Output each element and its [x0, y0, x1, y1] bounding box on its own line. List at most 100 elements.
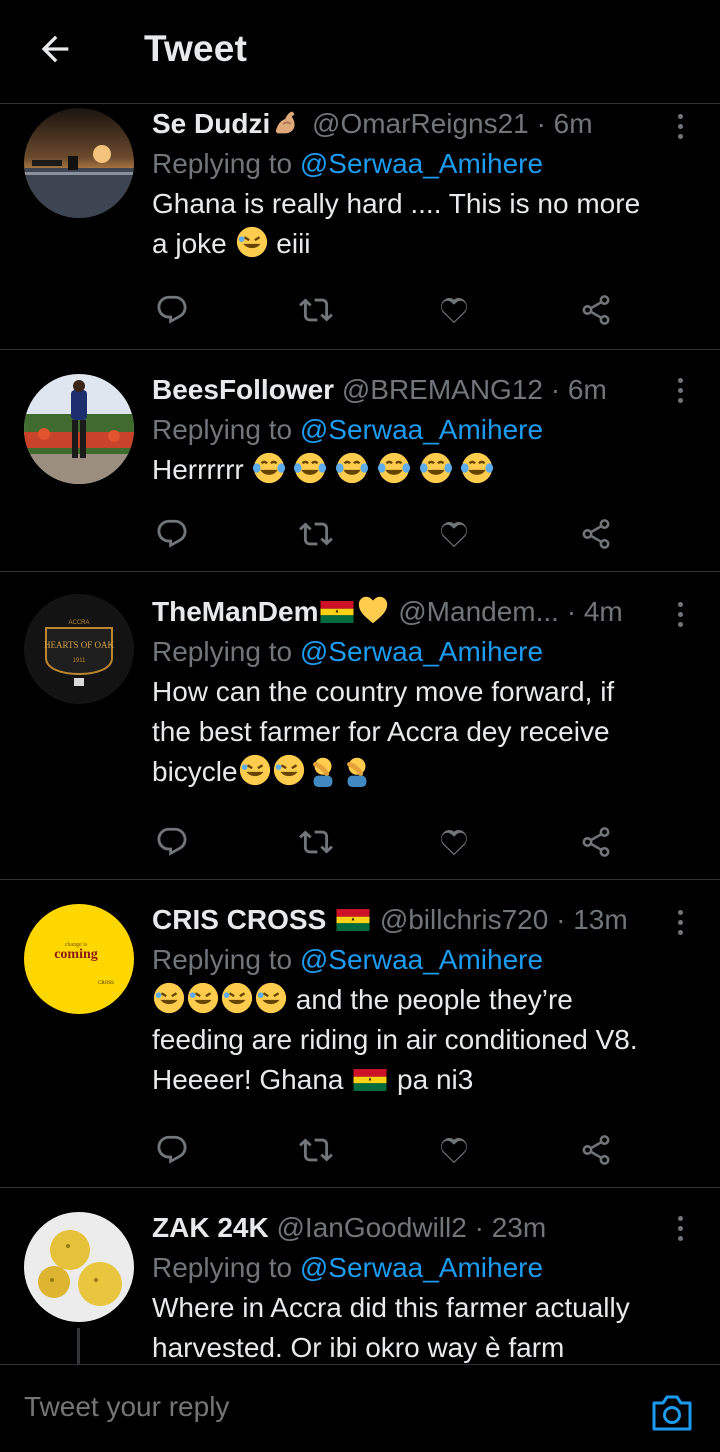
camera-icon	[652, 1395, 692, 1431]
more-options-button[interactable]	[670, 1208, 690, 1248]
avatar-crest-main-text: HEARTS OF OAK	[44, 640, 114, 650]
rolling-laughing-emoji-icon	[153, 982, 185, 1014]
more-vertical-icon	[677, 601, 683, 607]
reply-button[interactable]	[148, 818, 196, 866]
more-options-button[interactable]	[670, 594, 690, 634]
like-button[interactable]	[430, 286, 478, 334]
tweet-text: How can the country move forward, if the…	[152, 676, 615, 787]
app-header: Tweet	[0, 0, 720, 104]
avatar[interactable]: change is coming CROSS	[24, 904, 134, 1014]
like-icon	[441, 1137, 467, 1164]
rolling-laughing-emoji-icon	[239, 754, 270, 786]
display-name[interactable]: Se Dudzi	[152, 108, 270, 139]
tears-of-joy-emoji-icon	[252, 452, 285, 484]
tweet-item[interactable]: ACCRA HEARTS OF OAK 1911 TheManDem @Mand…	[0, 572, 720, 880]
camera-button[interactable]	[650, 1393, 694, 1433]
back-button[interactable]	[30, 26, 80, 72]
avatar[interactable]: ACCRA HEARTS OF OAK 1911	[24, 594, 134, 704]
mention-link[interactable]: @Serwaa_Amihere	[300, 636, 543, 667]
reply-input[interactable]	[24, 1391, 584, 1423]
retweet-icon	[299, 830, 333, 854]
replying-to: Replying to @Serwaa_Amihere	[152, 414, 544, 445]
rolling-laughing-emoji-icon	[273, 754, 304, 786]
reply-button[interactable]	[148, 510, 196, 558]
share-button[interactable]	[572, 1126, 620, 1174]
timestamp[interactable]: 23m	[492, 1212, 546, 1243]
mention-link[interactable]: @Serwaa_Amihere	[300, 944, 543, 975]
user-handle[interactable]: @Mandem...	[398, 596, 559, 627]
retweet-icon	[299, 1138, 333, 1162]
display-name[interactable]: CRIS CROSS	[152, 904, 326, 935]
tweet-item[interactable]: Se Dudzi @OmarReigns21 · 6m Replying to …	[0, 104, 720, 350]
more-options-button[interactable]	[670, 106, 690, 146]
like-button[interactable]	[430, 510, 478, 558]
tweet-meta: BeesFollower @BREMANG12 · 6m	[152, 374, 607, 405]
avatar[interactable]	[24, 108, 134, 218]
reply-feed: Se Dudzi @OmarReigns21 · 6m Replying to …	[0, 104, 720, 1364]
facepalm-emoji-icon	[346, 757, 367, 787]
share-button[interactable]	[572, 286, 620, 334]
flexed-biceps-emoji-icon	[275, 111, 295, 134]
avatar[interactable]	[24, 1212, 134, 1322]
mention-link[interactable]: @Serwaa_Amihere	[300, 1252, 543, 1283]
display-name[interactable]: BeesFollower	[152, 374, 334, 405]
timestamp[interactable]: 13m	[573, 904, 627, 935]
reply-button[interactable]	[148, 1126, 196, 1174]
avatar-crest-top-text: ACCRA	[68, 620, 89, 626]
mention-link[interactable]: @Serwaa_Amihere	[300, 414, 543, 445]
timestamp[interactable]: 4m	[584, 596, 623, 627]
avatar[interactable]	[24, 374, 134, 484]
facepalm-emoji-icon	[312, 757, 333, 787]
like-button[interactable]	[430, 1126, 478, 1174]
retweet-icon	[299, 298, 333, 322]
display-name[interactable]: ZAK 24K	[152, 1212, 269, 1243]
tears-of-joy-emoji-icon	[461, 452, 494, 484]
share-icon	[582, 827, 610, 857]
rolling-laughing-emoji-icon	[187, 982, 219, 1014]
ghana-flag-icon	[353, 1069, 387, 1091]
share-button[interactable]	[572, 818, 620, 866]
user-handle[interactable]: @OmarReigns21	[312, 108, 529, 139]
user-handle[interactable]: @IanGoodwill2	[276, 1212, 466, 1243]
tweet-meta: CRIS CROSS @billchris720 · 13m	[152, 904, 628, 935]
like-icon	[441, 297, 467, 324]
user-handle[interactable]: @billchris720	[380, 904, 549, 935]
tweet-actions	[152, 818, 622, 866]
share-button[interactable]	[572, 510, 620, 558]
like-icon	[441, 829, 467, 856]
more-options-button[interactable]	[670, 902, 690, 942]
share-icon	[582, 295, 610, 325]
retweet-button[interactable]	[292, 818, 340, 866]
yellow-heart-emoji-icon	[359, 596, 388, 624]
more-vertical-icon	[677, 1215, 683, 1221]
more-vertical-icon	[677, 113, 683, 119]
avatar-crest-year-text: 1911	[73, 658, 87, 664]
retweet-button[interactable]	[292, 286, 340, 334]
more-options-button[interactable]	[670, 370, 690, 410]
tweet-item[interactable]: ZAK 24K @IanGoodwill2 · 23m Replying to …	[0, 1188, 720, 1364]
replying-to: Replying to @Serwaa_Amihere	[152, 148, 544, 179]
tears-of-joy-emoji-icon	[336, 452, 369, 484]
retweet-button[interactable]	[292, 1126, 340, 1174]
rolling-laughing-emoji-icon	[236, 226, 267, 258]
timestamp[interactable]: 6m	[554, 108, 593, 139]
like-button[interactable]	[430, 818, 478, 866]
retweet-button[interactable]	[292, 510, 340, 558]
avatar-main-text: coming	[54, 947, 98, 962]
mention-link[interactable]: @Serwaa_Amihere	[300, 148, 543, 179]
replying-to: Replying to @Serwaa_Amihere	[152, 944, 544, 975]
display-name[interactable]: TheManDem	[152, 596, 318, 627]
tweet-actions	[152, 286, 622, 334]
reply-icon	[157, 519, 187, 548]
tweet-item[interactable]: BeesFollower @BREMANG12 · 6m Replying to…	[0, 350, 720, 572]
reply-button[interactable]	[148, 286, 196, 334]
reply-icon	[157, 295, 187, 324]
timestamp[interactable]: 6m	[568, 374, 607, 405]
ghana-flag-icon	[336, 909, 370, 931]
thread-connector-line	[77, 1328, 80, 1364]
tweet-actions	[152, 510, 622, 558]
tweet-text: and the people they’re feeding are ridin…	[152, 980, 670, 1100]
tweet-item[interactable]: change is coming CROSS CRIS CROSS @billc…	[0, 880, 720, 1188]
tears-of-joy-emoji-icon	[294, 452, 327, 484]
user-handle[interactable]: @BREMANG12	[342, 374, 543, 405]
